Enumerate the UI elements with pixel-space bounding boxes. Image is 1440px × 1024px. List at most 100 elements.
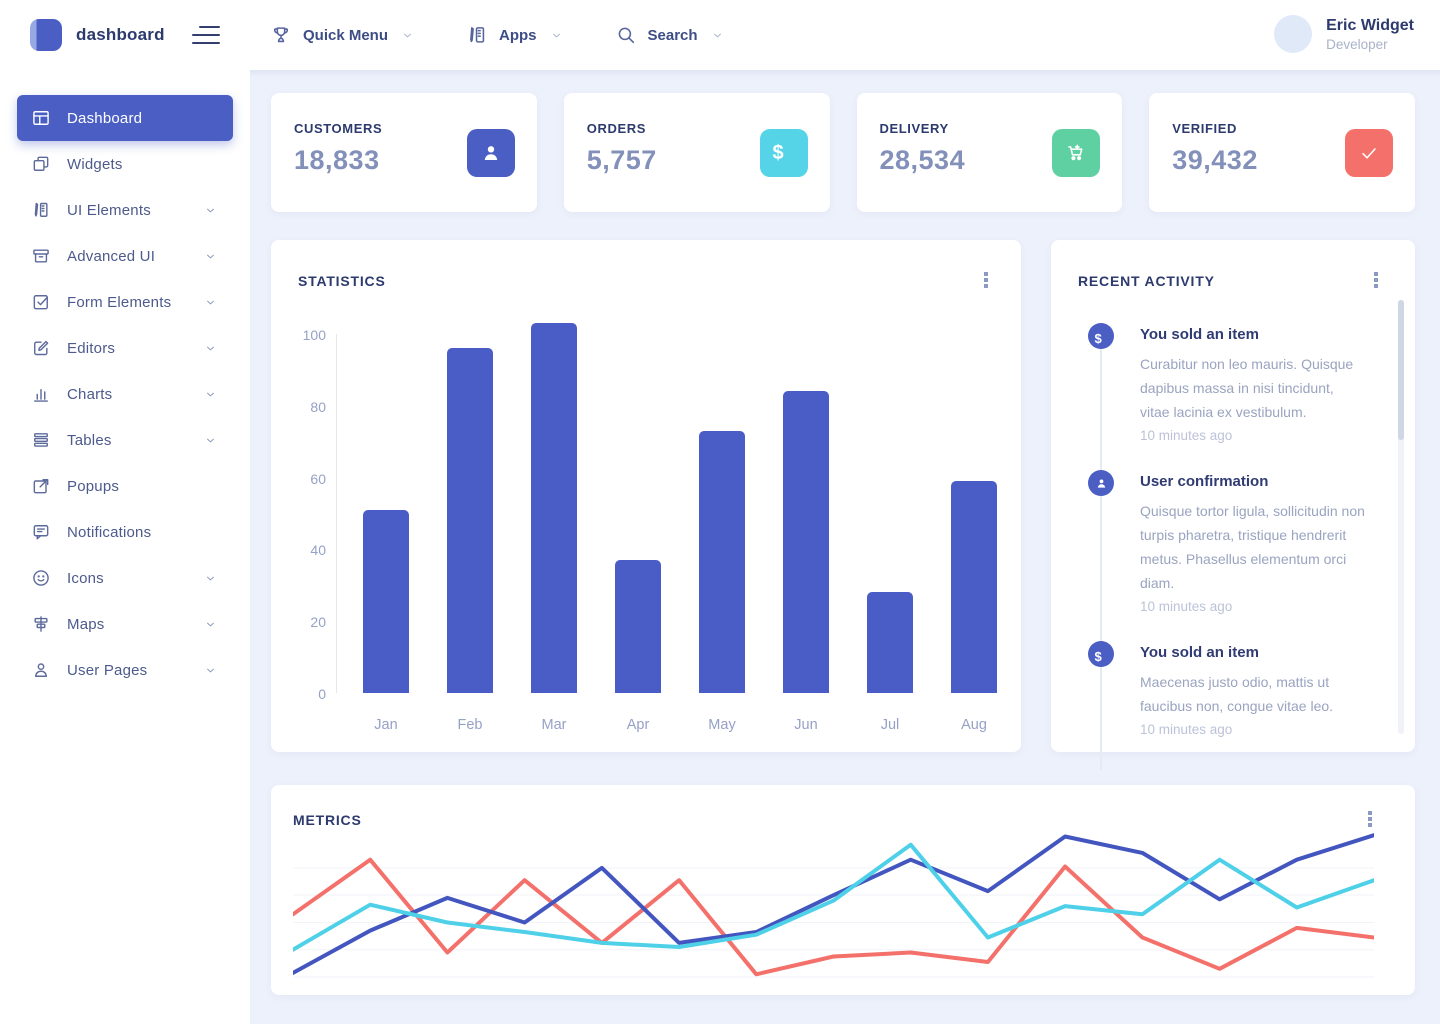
x-axis-tick: May: [692, 717, 752, 733]
metrics-title: METRICS: [293, 812, 362, 828]
x-axis-tick: Jun: [776, 717, 836, 733]
dashboard-icon: [31, 108, 51, 128]
metrics-panel: METRICS: [271, 785, 1415, 995]
sidebar-item-label: Widgets: [67, 156, 123, 173]
bar-jul: [867, 592, 913, 693]
sidebar-item-icons[interactable]: Icons: [17, 555, 233, 601]
activity-item-time: 10 minutes ago: [1140, 599, 1365, 614]
kebab-menu-icon[interactable]: [977, 270, 995, 290]
statistics-bar-chart: 020406080100JanFebMarAprMayJunJulAug: [336, 334, 1008, 693]
user-menu[interactable]: Eric Widget Developer: [1274, 15, 1414, 53]
notifications-icon: [31, 522, 51, 542]
chevron-down-icon: [711, 29, 724, 42]
metrics-line-2: [293, 835, 1374, 973]
y-axis-tick: 0: [286, 686, 326, 702]
sidebar-item-dashboard[interactable]: Dashboard: [17, 95, 233, 141]
sidebar-item-charts[interactable]: Charts: [17, 371, 233, 417]
statistics-panel: STATISTICS 020406080100JanFebMarAprMayJu…: [271, 240, 1021, 752]
maps-icon: [31, 614, 51, 634]
brand-name: dashboard: [76, 25, 165, 45]
top-navbar: dashboard Quick Menu Apps Search Eric Wi…: [0, 0, 1440, 70]
y-axis-tick: 60: [286, 471, 326, 487]
y-axis-tick: 80: [286, 399, 326, 415]
y-axis-tick: 40: [286, 542, 326, 558]
statistics-title: STATISTICS: [298, 273, 386, 289]
activity-item-text: Maecenas justo odio, mattis ut faucibus …: [1140, 670, 1365, 718]
charts-icon: [31, 384, 51, 404]
sidebar-item-user-pages[interactable]: User Pages: [17, 647, 233, 693]
check-icon: [1358, 142, 1380, 164]
trophy-icon: [270, 24, 292, 46]
sidebar-item-widgets[interactable]: Widgets: [17, 141, 233, 187]
navbar-menu: Quick Menu Apps Search: [270, 0, 724, 70]
tables-icon: [31, 430, 51, 450]
dollar-icon: $: [773, 142, 795, 164]
sidebar-item-label: Form Elements: [67, 294, 171, 311]
activity-scrollbar-thumb[interactable]: [1398, 300, 1404, 440]
sidebar-item-editors[interactable]: Editors: [17, 325, 233, 371]
navbar-item-apps[interactable]: Apps: [466, 24, 563, 46]
sidebar-item-tables[interactable]: Tables: [17, 417, 233, 463]
bar-apr: [615, 560, 661, 693]
sidebar-item-form-elements[interactable]: Form Elements: [17, 279, 233, 325]
activity-item-title: You sold an item: [1140, 644, 1365, 661]
sidebar-item-label: Icons: [67, 570, 104, 587]
metrics-line-1: [293, 860, 1374, 975]
brand[interactable]: dashboard: [30, 19, 165, 51]
x-axis-tick: Jul: [860, 717, 920, 733]
kebab-menu-icon[interactable]: [1367, 270, 1385, 290]
sidebar-item-ui-elements[interactable]: UI Elements: [17, 187, 233, 233]
person-icon: [480, 142, 502, 164]
chevron-down-icon: [204, 572, 217, 585]
activity-item-title: You sold an item: [1140, 326, 1365, 343]
x-axis-tick: Jan: [356, 717, 416, 733]
bar-feb: [447, 348, 493, 693]
apps-icon: [466, 24, 488, 46]
chevron-down-icon: [550, 29, 563, 42]
stat-card-delivery: DELIVERY 28,534: [857, 93, 1123, 212]
activity-item-time: 10 minutes ago: [1140, 428, 1365, 443]
stat-card-customers: CUSTOMERS 18,833: [271, 93, 537, 212]
sidebar-item-label: Editors: [67, 340, 115, 357]
chevron-down-icon: [204, 342, 217, 355]
navbar-item-label: Apps: [499, 27, 537, 44]
chevron-down-icon: [204, 618, 217, 631]
activity-item-text: Curabitur non leo mauris. Quisque dapibu…: [1140, 352, 1365, 424]
stat-card-verified: VERIFIED 39,432: [1149, 93, 1415, 212]
sidebar-item-notifications[interactable]: Notifications: [17, 509, 233, 555]
bar-may: [699, 431, 745, 693]
navbar-item-quick-menu[interactable]: Quick Menu: [270, 24, 414, 46]
chevron-down-icon: [204, 296, 217, 309]
chevron-down-icon: [204, 664, 217, 677]
kebab-menu-icon[interactable]: [1361, 809, 1379, 829]
popups-icon: [31, 476, 51, 496]
x-axis-tick: Feb: [440, 717, 500, 733]
user-role: Developer: [1326, 37, 1414, 52]
chevron-down-icon: [204, 204, 217, 217]
hamburger-menu-icon[interactable]: [192, 24, 220, 46]
sidebar-item-label: Tables: [67, 432, 112, 449]
sidebar-item-label: UI Elements: [67, 202, 151, 219]
activity-item-text: Quisque tortor ligula, sollicitudin non …: [1140, 499, 1365, 595]
chevron-down-icon: [204, 250, 217, 263]
sidebar-item-label: Advanced UI: [67, 248, 155, 265]
ui-elements-icon: [31, 200, 51, 220]
navbar-item-search[interactable]: Search: [615, 24, 724, 46]
cart-icon: [1065, 142, 1087, 164]
sidebar-item-label: Dashboard: [67, 110, 142, 127]
activity-scrollbar: [1398, 300, 1404, 734]
y-axis-tick: 20: [286, 614, 326, 630]
icons-icon: [31, 568, 51, 588]
stat-card-orders: ORDERS 5,757 $: [564, 93, 830, 212]
sidebar-item-popups[interactable]: Popups: [17, 463, 233, 509]
sidebar-item-maps[interactable]: Maps: [17, 601, 233, 647]
activity-item: User confirmation Quisque tortor ligula,…: [1088, 470, 1365, 614]
dollar-icon: $: [1095, 648, 1108, 661]
sidebar-item-label: Notifications: [67, 524, 151, 541]
sidebar-item-advanced-ui[interactable]: Advanced UI: [17, 233, 233, 279]
stat-cards-row: CUSTOMERS 18,833 ORDERS 5,757 $ DELIVERY…: [271, 93, 1415, 212]
activity-list: $ You sold an item Curabitur non leo mau…: [1088, 323, 1365, 764]
bar-aug: [951, 481, 997, 693]
navbar-item-label: Quick Menu: [303, 27, 388, 44]
user-name: Eric Widget: [1326, 17, 1414, 35]
